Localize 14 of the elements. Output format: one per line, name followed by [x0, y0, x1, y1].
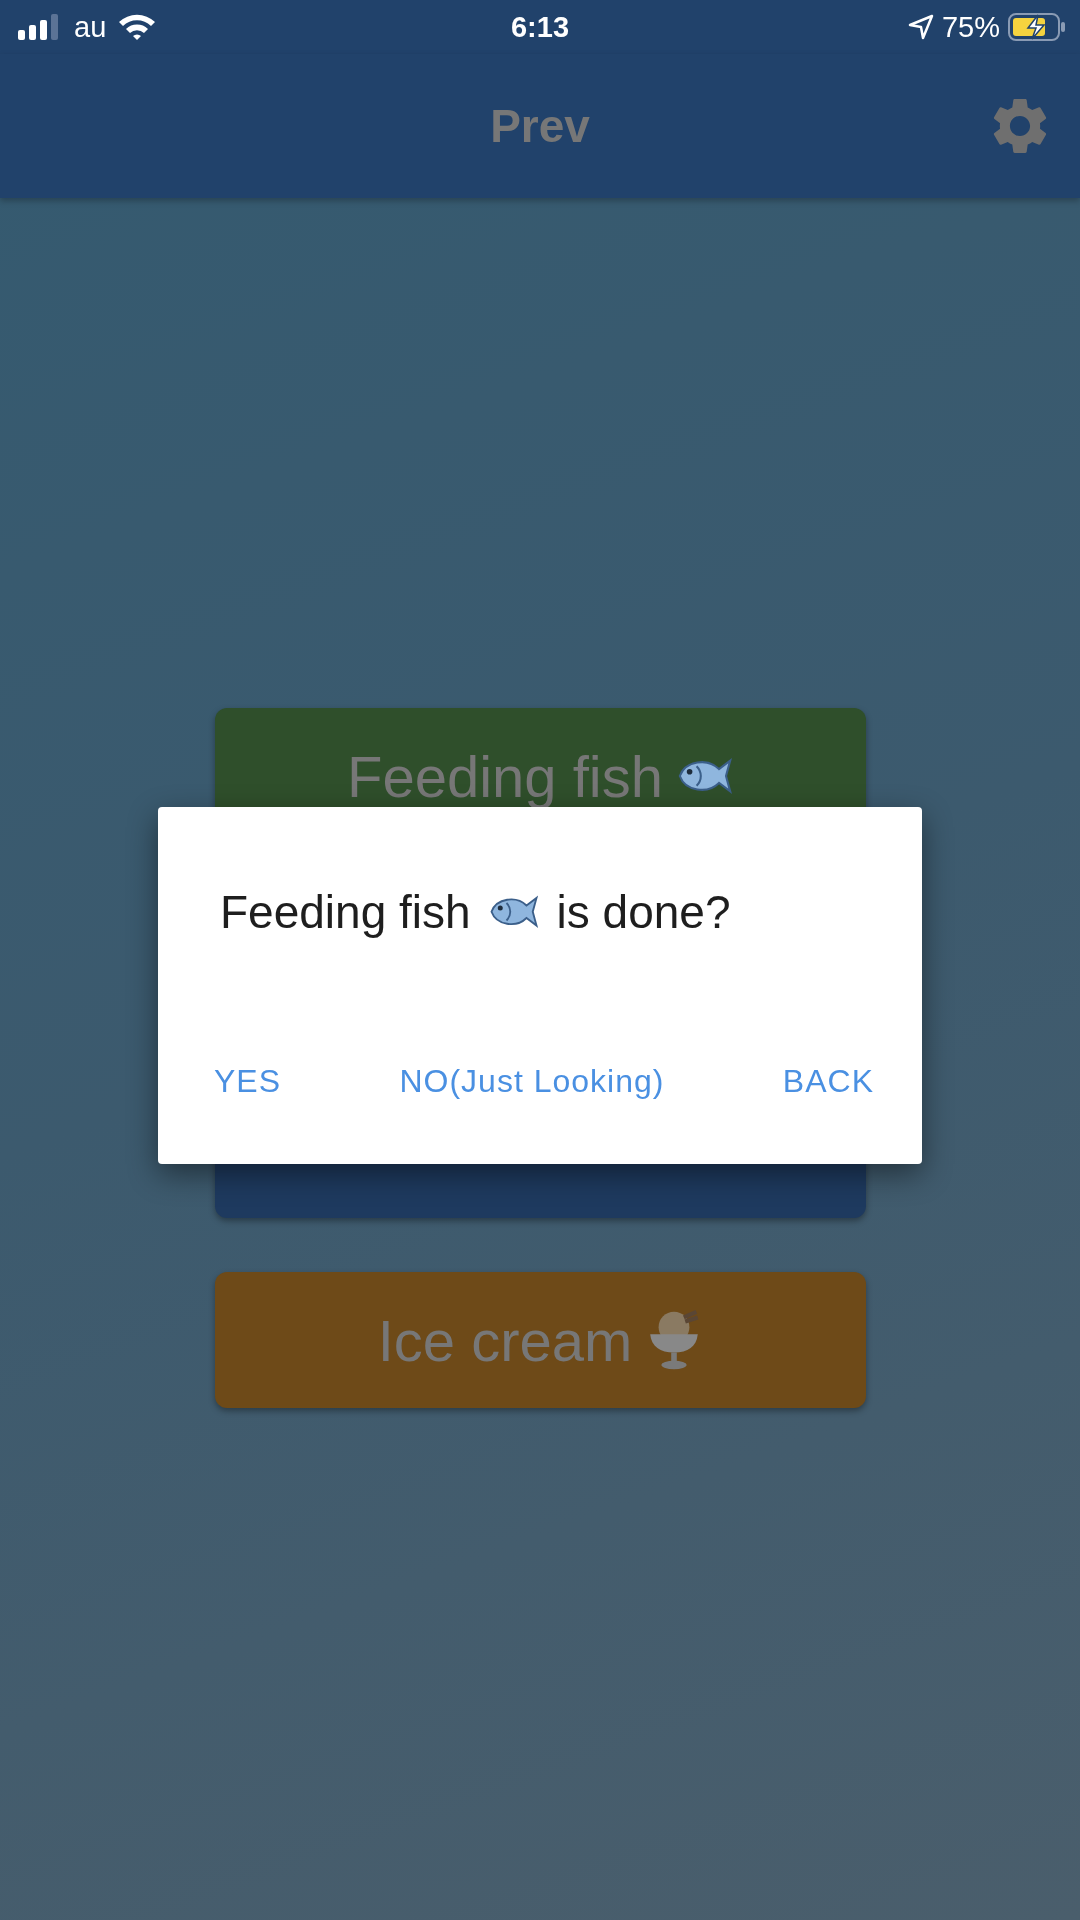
- carrier-name: au: [74, 10, 107, 44]
- app-bar-title: Prev: [490, 99, 590, 153]
- settings-icon[interactable]: [992, 98, 1048, 154]
- wifi-icon: [118, 13, 157, 41]
- clock-time: 6:13: [510, 10, 569, 43]
- dialog-question: Feeding fish: [220, 885, 471, 939]
- location-arrow-icon: [907, 14, 934, 40]
- battery-percentage: 75%: [941, 10, 1000, 44]
- dialog-action-button[interactable]: NO(Just Looking): [385, 1055, 679, 1108]
- dialog-action-button[interactable]: YES: [200, 1055, 296, 1108]
- task-button[interactable]: Ice cream: [214, 1272, 866, 1408]
- dialog-action-button[interactable]: BACK: [768, 1055, 888, 1108]
- fish-icon: [677, 755, 733, 797]
- dialog-question: is done?: [556, 885, 731, 939]
